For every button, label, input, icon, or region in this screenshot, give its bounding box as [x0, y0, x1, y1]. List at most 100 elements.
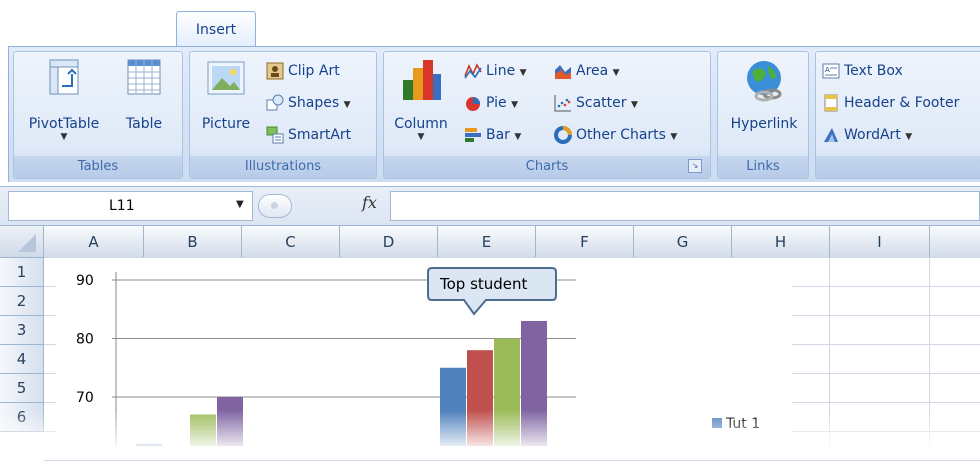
column-header[interactable] [930, 226, 980, 258]
group-links: Hyperlink Links [717, 51, 809, 179]
hyperlink-button[interactable]: Hyperlink [722, 58, 806, 132]
dropdown-arrow-icon: ▼ [417, 132, 425, 142]
line-label: Line [486, 63, 516, 79]
column-header[interactable]: C [242, 226, 340, 258]
gridline [929, 258, 930, 446]
dialog-launcher-icon[interactable]: ↘ [688, 159, 702, 173]
chart-bar [521, 320, 547, 446]
row-header[interactable]: 5 [0, 374, 44, 403]
pivottable-label: PivotTable [28, 116, 100, 132]
column-chart-button[interactable]: Column ▼ [388, 58, 454, 142]
select-all-triangle-icon [18, 234, 36, 252]
group-label-text: T [816, 156, 980, 178]
group-illustrations: Picture Clip Art Shapes ▼ SmartArt Illus… [189, 51, 377, 179]
table-button[interactable]: Table [114, 58, 174, 132]
bar-chart-button[interactable]: Bar ▼ [464, 124, 521, 146]
other-charts-button[interactable]: Other Charts ▼ [554, 124, 677, 146]
smartart-icon [266, 126, 284, 144]
column-header[interactable]: B [144, 226, 242, 258]
dropdown-arrow-icon: ▼ [511, 100, 519, 110]
hyperlink-globe-icon [742, 58, 786, 102]
chart-bar [440, 367, 466, 446]
dropdown-arrow-icon: ▼ [60, 132, 68, 142]
column-header[interactable]: D [340, 226, 438, 258]
shapes-button[interactable]: Shapes ▼ [266, 92, 351, 114]
shapes-icon [266, 94, 284, 112]
doughnut-chart-icon [554, 126, 572, 144]
chart-area[interactable]: 90 80 70 Top student Tut 1 [56, 258, 792, 446]
column-chart-icon [399, 58, 443, 102]
column-header[interactable]: H [732, 226, 830, 258]
picture-label: Picture [201, 116, 251, 132]
formula-bar: L11 ▼ fx [0, 186, 980, 226]
group-label-illustrations: Illustrations [190, 156, 376, 178]
ribbon: PivotTable ▼ Table Tables Picture Clip A… [8, 46, 980, 182]
formula-input[interactable] [390, 191, 980, 221]
y-tick-label: 70 [76, 390, 94, 406]
ribbon-tab-bar: Insert [0, 0, 980, 47]
text-box-button[interactable]: A Text Box [822, 60, 903, 82]
handle-dot-icon [271, 202, 278, 209]
clip-art-label: Clip Art [288, 63, 340, 79]
picture-icon [206, 58, 246, 98]
dropdown-arrow-icon: ▼ [343, 100, 351, 110]
other-charts-label: Other Charts [576, 127, 666, 143]
pie-chart-icon [464, 94, 482, 112]
table-icon [126, 58, 162, 98]
row-header[interactable]: 4 [0, 345, 44, 374]
header-footer-icon [822, 94, 840, 112]
clip-art-button[interactable]: Clip Art [266, 60, 340, 82]
chart-bar [494, 338, 520, 446]
picture-button[interactable]: Picture [196, 58, 256, 132]
pie-label: Pie [486, 95, 507, 111]
dropdown-arrow-icon: ▼ [905, 132, 913, 142]
formula-bar-handle[interactable] [258, 194, 292, 218]
scatter-label: Scatter [576, 95, 627, 111]
group-label-tables: Tables [14, 156, 182, 178]
shapes-label: Shapes [288, 95, 340, 111]
select-all-corner[interactable] [0, 226, 44, 258]
clip-art-icon [266, 62, 284, 80]
tab-insert[interactable]: Insert [176, 11, 256, 47]
pie-chart-button[interactable]: Pie ▼ [464, 92, 518, 114]
column-chart[interactable]: 90 80 70 Top student Tut 1 [56, 258, 792, 446]
group-label-charts: Charts [384, 156, 710, 178]
group-label-links: Links [718, 156, 808, 178]
dropdown-arrow-icon: ▼ [670, 132, 678, 142]
row-header[interactable]: 1 [0, 258, 44, 287]
name-box-dropdown-icon[interactable]: ▼ [236, 199, 244, 210]
line-chart-button[interactable]: Line ▼ [464, 60, 527, 82]
callout-text: Top student [439, 275, 528, 293]
legend-label: Tut 1 [725, 416, 760, 432]
wordart-icon [822, 126, 840, 144]
pivottable-icon [46, 58, 82, 98]
scatter-chart-button[interactable]: Scatter ▼ [554, 92, 638, 114]
row-header[interactable]: 3 [0, 316, 44, 345]
header-footer-button[interactable]: Header & Footer [822, 92, 959, 114]
svg-text:A: A [825, 66, 830, 74]
row-header[interactable]: 2 [0, 287, 44, 316]
dropdown-arrow-icon: ▼ [519, 68, 527, 78]
column-header[interactable]: E [438, 226, 536, 258]
text-box-label: Text Box [844, 63, 903, 79]
dropdown-arrow-icon: ▼ [630, 100, 638, 110]
column-header[interactable]: I [830, 226, 930, 258]
name-box[interactable]: L11 [8, 191, 253, 221]
row-header[interactable]: 6 [0, 403, 44, 432]
group-text: A Text Box Header & Footer WordArt ▼ T [815, 51, 980, 179]
area-label: Area [576, 63, 609, 79]
column-header[interactable]: A [44, 226, 144, 258]
fx-icon[interactable]: fx [362, 193, 377, 212]
wordart-button[interactable]: WordArt ▼ [822, 124, 912, 146]
smartart-button[interactable]: SmartArt [266, 124, 351, 146]
pivottable-button[interactable]: PivotTable ▼ [20, 58, 108, 142]
smartart-label: SmartArt [288, 127, 352, 143]
column-header[interactable]: G [634, 226, 732, 258]
column-header[interactable]: F [536, 226, 634, 258]
area-chart-icon [554, 62, 572, 80]
dropdown-arrow-icon: ▼ [514, 132, 522, 142]
chart-bar [190, 414, 216, 446]
area-chart-button[interactable]: Area ▼ [554, 60, 620, 82]
chart-bar [217, 397, 243, 446]
wordart-label: WordArt [844, 127, 901, 143]
